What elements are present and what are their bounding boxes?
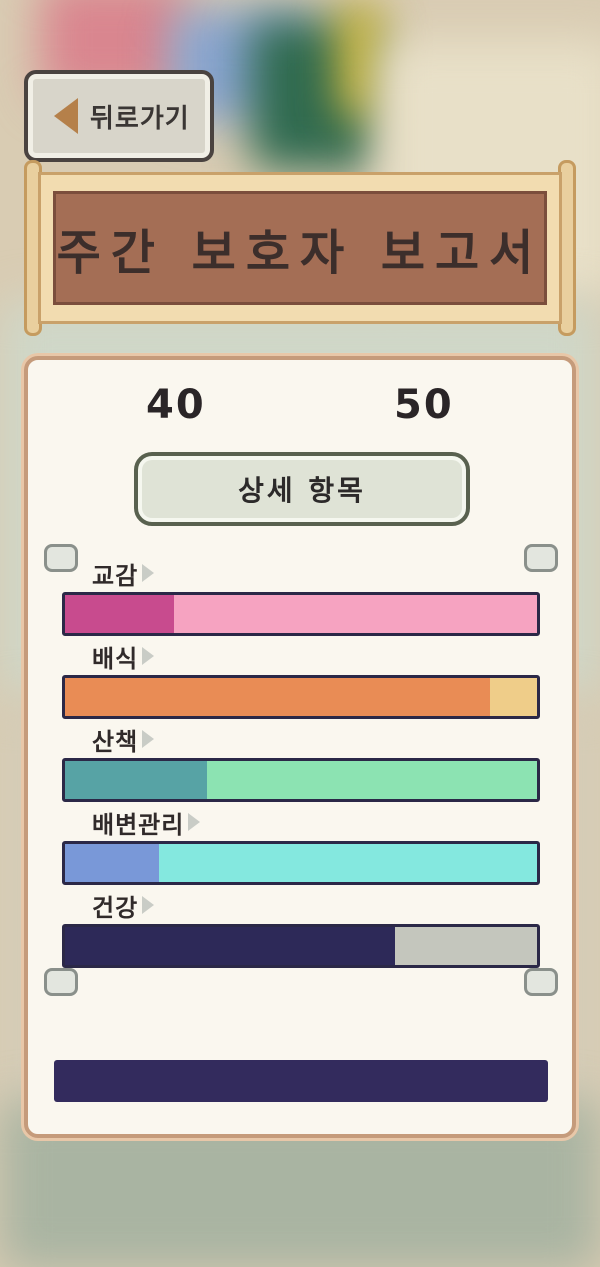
stat-walk: 산책 [62,724,540,802]
stat-feeding: 배식 [62,641,540,719]
play-triangle-icon[interactable] [142,730,155,748]
corner-ornament-bottom-right [524,968,558,996]
stat-bar [62,592,540,636]
title-panel: 주간 보호자 보고서 [38,172,562,324]
stat-toilet: 배변관리 [62,807,540,885]
age-left: 40 [146,382,206,428]
bottom-action-bar[interactable] [54,1060,548,1102]
stat-bar-fill [65,927,396,965]
stat-bar [62,841,540,885]
play-triangle-icon[interactable] [188,813,201,831]
title-banner: 주간 보호자 보고서 [53,191,547,305]
stat-label: 배식 [92,644,139,673]
stat-label: 배변관리 [92,810,185,839]
stat-bar-fill [65,761,207,799]
back-button-label: 뒤로가기 [90,103,190,134]
stat-bonding: 교감 [62,558,540,636]
detail-items-label: 상세 항목 [238,474,366,507]
stat-bar [62,924,540,968]
stat-bar [62,675,540,719]
title-scroll: 주간 보호자 보고서 [24,160,576,336]
stat-health: 건강 [62,890,540,968]
stat-label: 건강 [92,893,139,922]
age-right: 50 [394,382,454,428]
stat-label: 산책 [92,727,139,756]
back-button[interactable]: 뒤로가기 [24,70,214,162]
detail-items-button[interactable]: 상세 항목 [134,452,470,526]
stat-bar-fill [65,844,160,882]
stat-bar-fill [65,678,490,716]
stat-bar-fill [65,595,174,633]
back-arrow-icon [54,98,78,134]
play-triangle-icon[interactable] [142,564,155,582]
corner-ornament-bottom-left [44,968,78,996]
stat-bar [62,758,540,802]
play-triangle-icon[interactable] [142,647,155,665]
stat-label: 교감 [92,561,139,590]
page-title: 주간 보호자 보고서 [56,225,544,281]
play-triangle-icon[interactable] [142,896,155,914]
report-panel: 40 50 상세 항목 교감 배식 산책 배변관리 건강 [24,356,576,1138]
